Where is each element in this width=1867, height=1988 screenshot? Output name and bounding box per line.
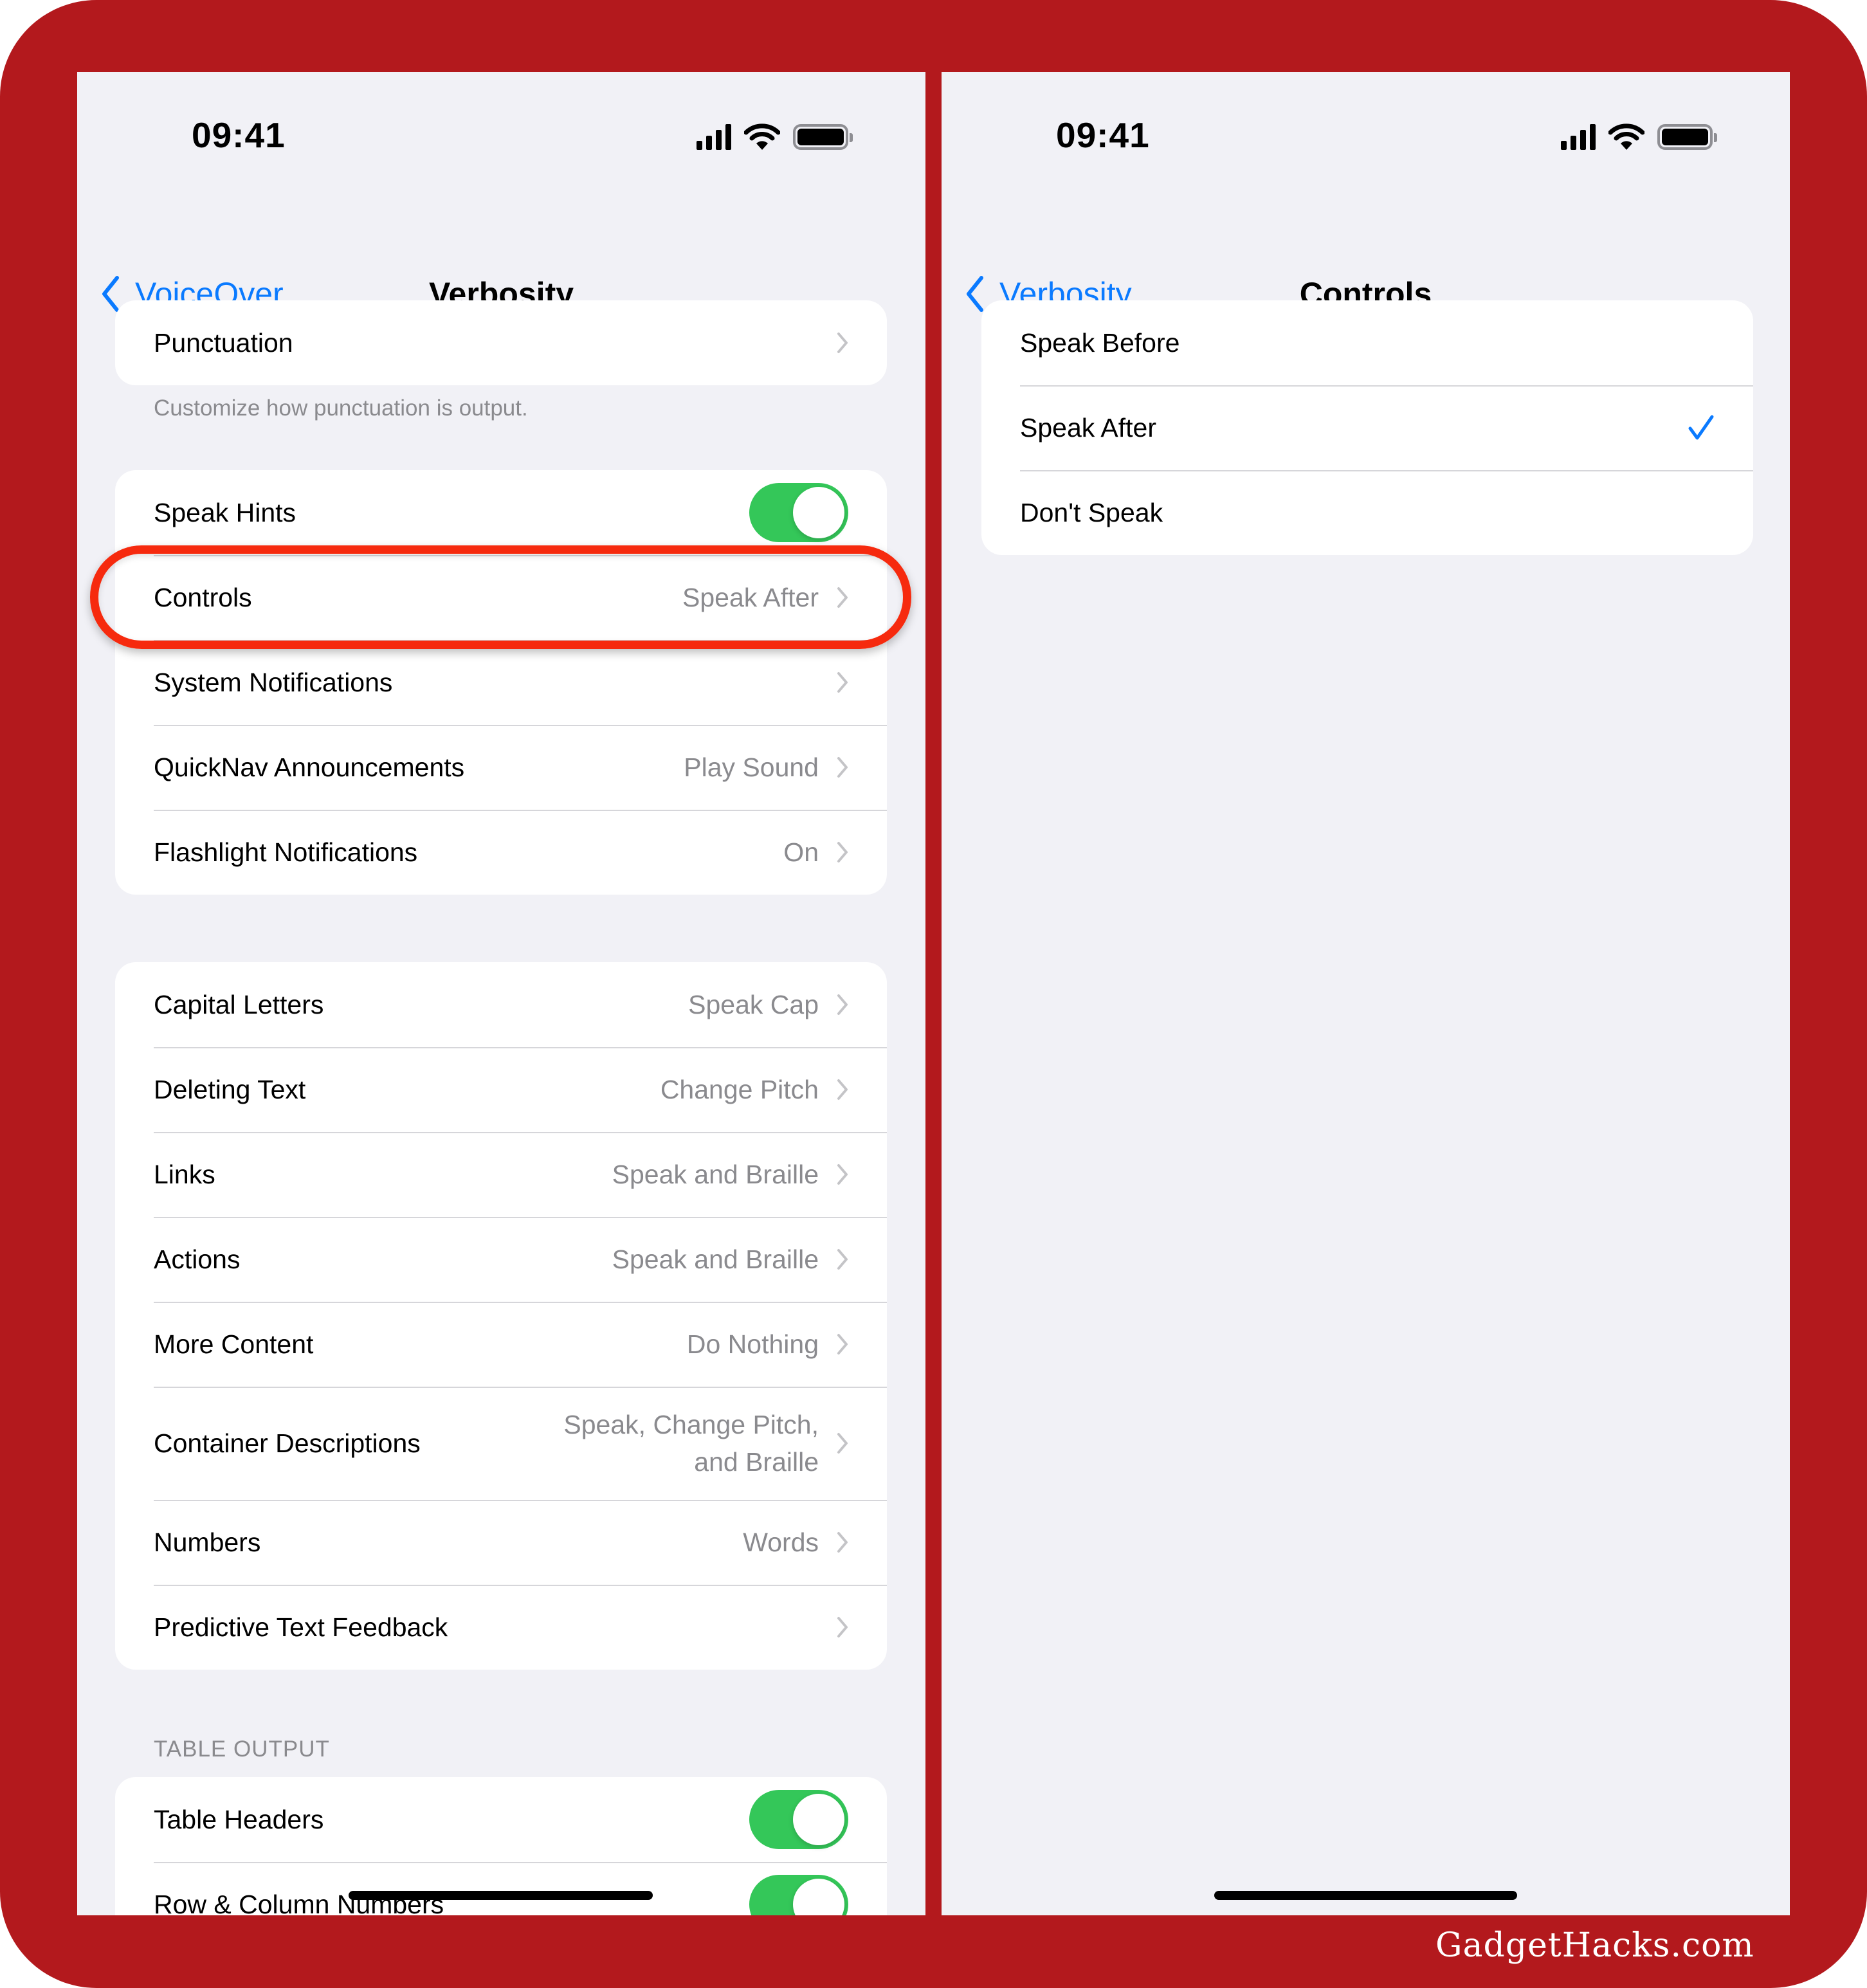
watermark: GadgetHacks.com [1435,1926,1754,1965]
row-label: Numbers [154,1527,261,1557]
verbosity-screen: 09:41 Verbosity VoiceOver Punctuation Cu… [77,72,925,1915]
option-speak-after[interactable]: Speak After [981,385,1753,470]
row-quicknav-announcements[interactable]: QuickNav Announcements Play Sound [115,725,887,810]
table-headers-toggle[interactable] [749,1790,848,1849]
row-system-notifications[interactable]: System Notifications [115,640,887,725]
row-label: Punctuation [154,327,293,358]
row-label: More Content [154,1329,314,1359]
status-icons [697,121,853,153]
option-speak-before[interactable]: Speak Before [981,300,1753,385]
punctuation-group: Punctuation [115,300,887,385]
row-label: Speak Hints [154,497,296,527]
chevron-right-icon [837,1079,848,1100]
option-dont-speak[interactable]: Don't Speak [981,470,1753,555]
battery-icon [1657,124,1717,150]
section-header-table-output: TABLE OUTPUT [154,1737,330,1762]
battery-icon [793,124,853,150]
status-time: 09:41 [1056,115,1150,155]
chevron-right-icon [837,1334,848,1354]
row-value: Speak Cap [688,990,819,1019]
row-label: Flashlight Notifications [154,837,418,867]
hints-group: Speak Hints Controls Speak After System … [115,470,887,895]
row-value: Play Sound [684,752,819,782]
row-label: Links [154,1159,215,1189]
row-speak-hints: Speak Hints [115,470,887,555]
row-label: Table Headers [154,1804,324,1834]
option-label: Speak Before [1020,327,1180,358]
row-label: Deleting Text [154,1074,306,1104]
wifi-icon [744,123,780,150]
chevron-right-icon [837,333,848,353]
speak-hints-toggle[interactable] [749,483,848,542]
row-punctuation[interactable]: Punctuation [115,300,887,385]
row-value: On [783,837,819,867]
checkmark-icon [1688,415,1714,440]
row-value: Speak After [682,583,819,612]
row-label: Predictive Text Feedback [154,1612,448,1642]
row-value: Speak, Change Pitch, and Braille [563,1406,819,1481]
cellular-signal-icon [697,124,731,150]
row-label: System Notifications [154,667,393,697]
row-value: Do Nothing [686,1329,819,1359]
chevron-right-icon [837,587,848,608]
status-time: 09:41 [192,115,286,155]
chevron-right-icon [837,1532,848,1553]
row-label: QuickNav Announcements [154,752,465,782]
controls-screen: 09:41 Controls Verbosity Speak Before Sp… [942,72,1790,1915]
row-label: Actions [154,1244,241,1274]
row-label: Container Descriptions [154,1428,421,1458]
row-controls[interactable]: Controls Speak After [115,555,887,640]
chevron-right-icon [837,1164,848,1185]
row-label: Capital Letters [154,989,324,1019]
home-indicator[interactable] [349,1891,653,1900]
wifi-icon [1608,123,1644,150]
chevron-right-icon [837,1617,848,1637]
status-icons [1561,121,1717,153]
row-value-line-1: Speak, Change Pitch, [563,1410,819,1439]
row-predictive-text-feedback[interactable]: Predictive Text Feedback [115,1585,887,1670]
row-value: Speak and Braille [612,1160,819,1189]
chevron-right-icon [837,842,848,862]
home-indicator[interactable] [1214,1891,1517,1900]
row-capital-letters[interactable]: Capital Letters Speak Cap [115,962,887,1047]
chevron-right-icon [837,994,848,1015]
option-label: Don't Speak [1020,497,1163,527]
row-value: Speak and Braille [612,1245,819,1274]
row-actions[interactable]: Actions Speak and Braille [115,1217,887,1302]
chevron-right-icon [837,1433,848,1454]
row-deleting-text[interactable]: Deleting Text Change Pitch [115,1047,887,1132]
row-flashlight-notifications[interactable]: Flashlight Notifications On [115,810,887,895]
row-label: Controls [154,582,252,612]
chevron-right-icon [837,1249,848,1270]
row-value: Words [743,1527,819,1557]
row-links[interactable]: Links Speak and Braille [115,1132,887,1217]
text-output-group: Capital Letters Speak Cap Deleting Text … [115,962,887,1670]
row-value-line-2: and Braille [694,1447,819,1477]
row-numbers[interactable]: Numbers Words [115,1500,887,1585]
punctuation-footer: Customize how punctuation is output. [154,396,528,421]
row-value: Change Pitch [660,1075,819,1104]
row-row-column-numbers: Row & Column Numbers [115,1862,887,1915]
row-column-numbers-toggle[interactable] [749,1875,848,1915]
controls-options-group: Speak Before Speak After Don't Speak [981,300,1753,555]
chevron-right-icon [837,757,848,778]
cellular-signal-icon [1561,124,1596,150]
row-container-descriptions[interactable]: Container Descriptions Speak, Change Pit… [115,1387,887,1500]
chevron-right-icon [837,672,848,693]
row-table-headers: Table Headers [115,1777,887,1862]
option-label: Speak After [1020,412,1156,442]
row-more-content[interactable]: More Content Do Nothing [115,1302,887,1387]
